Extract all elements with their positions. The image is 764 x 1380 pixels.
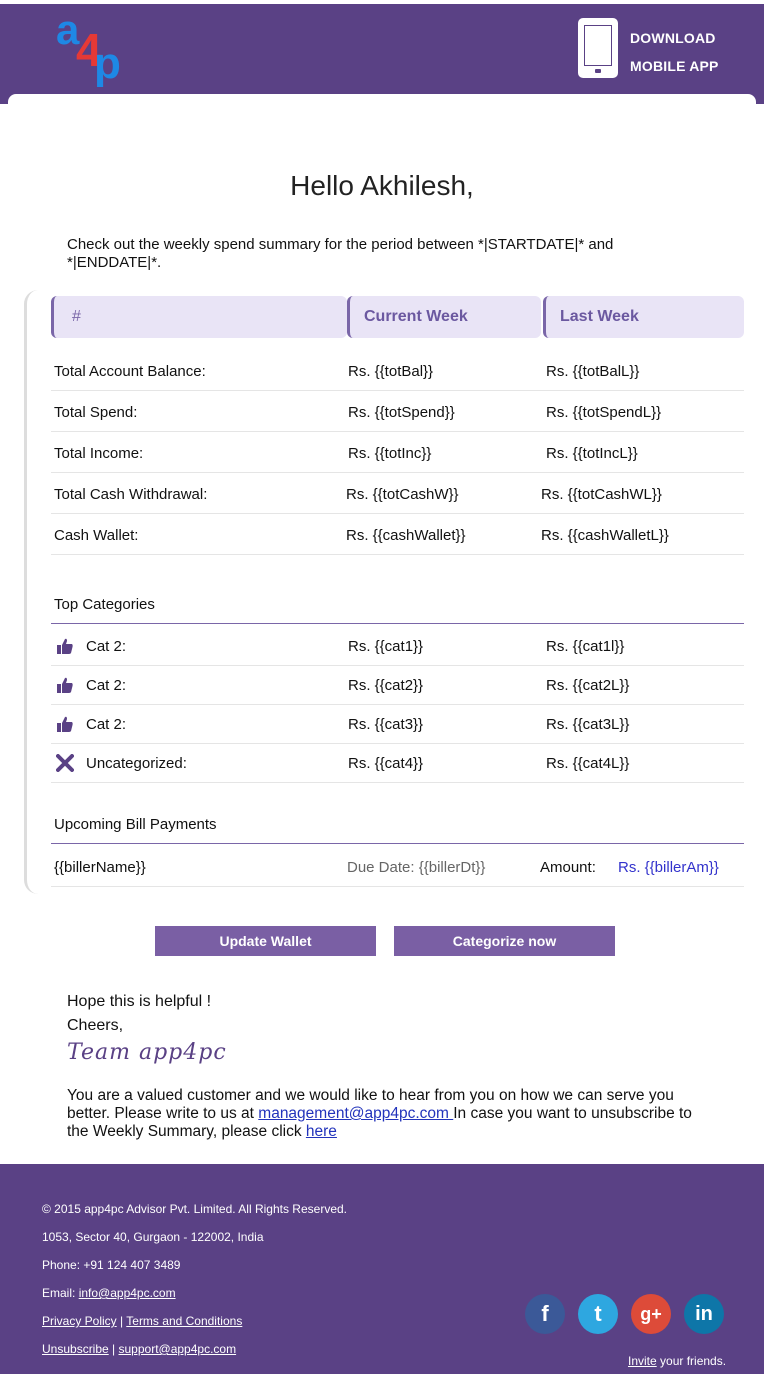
greeting-heading: Hello Akhilesh, <box>290 170 474 201</box>
row-last-value: Rs. {{cashWalletL}} <box>541 527 669 544</box>
row-current-value: Rs. {{totInc}} <box>348 445 432 462</box>
top-categories-heading: Top Categories <box>51 580 744 624</box>
googleplus-icon[interactable]: g+ <box>631 1294 671 1334</box>
table-header-last-week: Last Week <box>543 296 744 338</box>
cross-icon <box>56 754 74 772</box>
invite-friends: Invite your friends. <box>628 1354 726 1368</box>
row-label: Cash Wallet: <box>54 527 139 544</box>
email-header: a 4 p DOWNLOAD MOBILE APP <box>0 4 764 104</box>
table-header-current-week: Current Week <box>347 296 541 338</box>
row-current-value: Rs. {{totBal}} <box>348 363 434 380</box>
linkedin-icon[interactable]: in <box>684 1294 724 1334</box>
thumbs-up-icon <box>57 716 73 732</box>
thumbs-up-icon <box>57 638 73 654</box>
summary-table: # Current Week Last Week Total Account B… <box>24 290 744 894</box>
footer-policy-links: Privacy Policy | Terms and Conditions <box>42 1314 242 1328</box>
category-row: Cat 2: Rs. {{cat1}} Rs. {{cat1l}} <box>51 625 744 666</box>
footer-email-link[interactable]: info@app4pc.com <box>79 1286 176 1300</box>
category-last-value: Rs. {{cat4L}} <box>546 755 630 772</box>
mobile-app-label: MOBILE APP <box>630 58 719 74</box>
bill-row: {{billerName}} Due Date: {{billerDt}} Am… <box>51 846 744 887</box>
closing-line-cheers: Cheers, <box>67 1017 124 1034</box>
feedback-note: You are a valued customer and we would l… <box>67 1087 717 1141</box>
download-app-phone-icon[interactable] <box>578 18 618 78</box>
footer-email-label: Email: <box>42 1286 79 1300</box>
category-current-value: Rs. {{cat2}} <box>348 677 424 694</box>
biller-name: {{billerName}} <box>54 859 146 876</box>
category-row: Cat 2: Rs. {{cat3}} Rs. {{cat3L}} <box>51 703 744 744</box>
footer-address: 1053, Sector 40, Gurgaon - 122002, India <box>42 1230 264 1244</box>
row-current-value: Rs. {{cashWallet}} <box>346 527 466 544</box>
unsubscribe-here-link[interactable]: here <box>306 1123 337 1140</box>
row-label: Total Income: <box>54 445 144 462</box>
privacy-policy-link[interactable]: Privacy Policy <box>42 1314 117 1328</box>
upcoming-bills-heading: Upcoming Bill Payments <box>51 800 744 844</box>
row-last-value: Rs. {{totIncL}} <box>546 445 638 462</box>
row-label: Total Account Balance: <box>54 363 206 380</box>
categorize-now-button[interactable]: Categorize now <box>394 926 615 956</box>
app4pc-logo: a 4 p <box>54 6 138 94</box>
terms-link[interactable]: Terms and Conditions <box>126 1314 242 1328</box>
bill-amount-value: Rs. {{billerAm}} <box>618 859 719 876</box>
table-row: Total Cash Withdrawal: Rs. {{totCashW}} … <box>51 473 744 514</box>
category-label: Cat 2: <box>86 716 127 733</box>
footer-separator: | <box>116 1314 127 1328</box>
row-current-value: Rs. {{totSpend}} <box>348 404 455 421</box>
category-label: Uncategorized: <box>86 755 187 772</box>
category-last-value: Rs. {{cat3L}} <box>546 716 630 733</box>
download-mobile-app-link[interactable]: DOWNLOAD MOBILE APP <box>630 24 719 80</box>
row-last-value: Rs. {{totSpendL}} <box>546 404 662 421</box>
row-last-value: Rs. {{totBalL}} <box>546 363 640 380</box>
svg-text:p: p <box>94 39 121 88</box>
row-current-value: Rs. {{totCashW}} <box>346 486 459 503</box>
bill-due-date: Due Date: {{billerDt}} <box>347 859 486 876</box>
closing-line-helpful: Hope this is helpful ! <box>67 993 212 1010</box>
management-email-link[interactable]: management@app4pc.com <box>258 1105 453 1122</box>
category-current-value: Rs. {{cat1}} <box>348 638 424 655</box>
category-label: Cat 2: <box>86 638 127 655</box>
table-row: Total Spend: Rs. {{totSpend}} Rs. {{totS… <box>51 391 744 432</box>
category-last-value: Rs. {{cat2L}} <box>546 677 630 694</box>
row-last-value: Rs. {{totCashWL}} <box>541 486 662 503</box>
footer-separator: | <box>108 1342 119 1356</box>
footer-phone: Phone: +91 124 407 3489 <box>42 1258 181 1272</box>
category-row: Cat 2: Rs. {{cat2}} Rs. {{cat2L}} <box>51 664 744 705</box>
category-row: Uncategorized: Rs. {{cat4}} Rs. {{cat4L}… <box>51 742 744 783</box>
table-row: Total Income: Rs. {{totInc}} Rs. {{totIn… <box>51 432 744 473</box>
footer-unsubscribe-link[interactable]: Unsubscribe <box>42 1342 109 1356</box>
row-label: Total Spend: <box>54 404 138 421</box>
download-label: DOWNLOAD <box>630 30 716 46</box>
footer-email-line: Email: info@app4pc.com <box>42 1286 176 1300</box>
invite-text: your friends. <box>656 1354 727 1368</box>
category-last-value: Rs. {{cat1l}} <box>546 638 625 655</box>
bill-amount-label: Amount: <box>540 859 596 876</box>
row-label: Total Cash Withdrawal: <box>54 486 208 503</box>
email-frame: a 4 p DOWNLOAD MOBILE APP Hello Akhilesh… <box>0 4 764 1374</box>
facebook-icon[interactable]: f <box>525 1294 565 1334</box>
invite-link[interactable]: Invite <box>628 1354 657 1368</box>
thumbs-up-icon <box>57 677 73 693</box>
team-signature: Team app4pc <box>67 1040 227 1065</box>
footer-unsubscribe-links: Unsubscribe | support@app4pc.com <box>42 1342 236 1356</box>
support-email-link[interactable]: support@app4pc.com <box>119 1342 237 1356</box>
closing-text: Hope this is helpful ! Cheers, <box>67 990 211 1038</box>
table-row: Cash Wallet: Rs. {{cashWallet}} Rs. {{ca… <box>51 514 744 555</box>
table-row: Total Account Balance: Rs. {{totBal}} Rs… <box>51 350 744 391</box>
email-footer: © 2015 app4pc Advisor Pvt. Limited. All … <box>0 1164 764 1374</box>
category-label: Cat 2: <box>86 677 127 694</box>
category-current-value: Rs. {{cat3}} <box>348 716 424 733</box>
footer-copyright: © 2015 app4pc Advisor Pvt. Limited. All … <box>42 1202 347 1216</box>
twitter-icon[interactable]: t <box>578 1294 618 1334</box>
intro-text: Check out the weekly spend summary for t… <box>67 236 614 271</box>
category-current-value: Rs. {{cat4}} <box>348 755 424 772</box>
update-wallet-button[interactable]: Update Wallet <box>155 926 376 956</box>
table-header-index: # <box>51 296 347 338</box>
